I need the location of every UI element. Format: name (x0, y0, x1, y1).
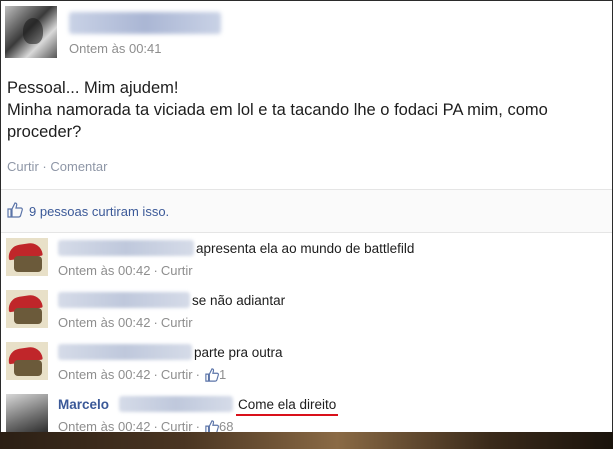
post-timestamp[interactable]: Ontem às 00:41 (69, 41, 162, 56)
commenter-name-blurred[interactable] (58, 344, 192, 360)
comment-like-link[interactable]: Curtir (161, 367, 193, 382)
post-line: Minha namorada ta viciada em lol e ta ta… (7, 101, 548, 119)
post-line: proceder? (7, 123, 82, 141)
separator: · (42, 159, 47, 174)
red-underline (236, 414, 339, 416)
commenter-avatar[interactable] (6, 238, 48, 276)
comment-like-link[interactable]: Curtir (161, 263, 193, 278)
comment-meta: Ontem às 00:42 · Curtir (58, 315, 193, 330)
author-name-blurred[interactable] (69, 12, 221, 34)
post-header: Ontem às 00:41 (5, 6, 605, 62)
post-line: Pessoal... Mim ajudem! (7, 79, 179, 97)
comment: se não adiantar Ontem às 00:42 · Curtir (1, 290, 612, 342)
commenter-name-blurred[interactable] (58, 292, 190, 308)
post-body: Pessoal... Mim ajudem! Minha namorada ta… (7, 77, 607, 143)
comment-text: apresenta ela ao mundo de battlefild (196, 241, 415, 256)
comment-timestamp[interactable]: Ontem às 00:42 (58, 263, 151, 278)
comment-meta: Ontem às 00:42 · Curtir (58, 263, 193, 278)
comment-text-content: Come ela direito (238, 397, 337, 412)
like-link[interactable]: Curtir (7, 159, 39, 174)
commenter-avatar[interactable] (6, 394, 48, 432)
commenter-name-blurred[interactable] (58, 240, 194, 256)
facebook-post: Ontem às 00:41 Pessoal... Mim ajudem! Mi… (0, 0, 613, 449)
comment-meta: Ontem às 00:42 · Curtir · 1 (58, 367, 226, 385)
comment-text: Come ela direito (236, 397, 339, 416)
thumbs-up-icon (7, 202, 23, 223)
comment: parte pra outra Ontem às 00:42 · Curtir · 1 (1, 342, 612, 394)
comment-timestamp[interactable]: Ontem às 00:42 (58, 315, 151, 330)
post-actions: Curtir · Comentar (7, 159, 107, 174)
comment-link[interactable]: Comentar (50, 159, 107, 174)
commenter-name[interactable]: Marcelo (58, 397, 109, 412)
commenter-avatar[interactable] (6, 342, 48, 380)
comment-like-link[interactable]: Curtir (161, 315, 193, 330)
comment-like-count: 1 (218, 367, 227, 382)
commenter-avatar[interactable] (6, 290, 48, 328)
comment: apresenta ela ao mundo de battlefild Ont… (1, 238, 612, 290)
background-photo-strip (0, 432, 613, 449)
likes-count-link[interactable]: 9 pessoas curtiram isso. (29, 204, 169, 219)
likes-bar: 9 pessoas curtiram isso. (1, 189, 612, 233)
commenter-name-blurred[interactable] (119, 396, 233, 412)
author-avatar[interactable] (5, 6, 57, 58)
comment-timestamp[interactable]: Ontem às 00:42 (58, 367, 151, 382)
comment-text: se não adiantar (192, 293, 286, 308)
comment-text: parte pra outra (194, 345, 283, 360)
thumbs-up-icon[interactable] (205, 368, 219, 385)
